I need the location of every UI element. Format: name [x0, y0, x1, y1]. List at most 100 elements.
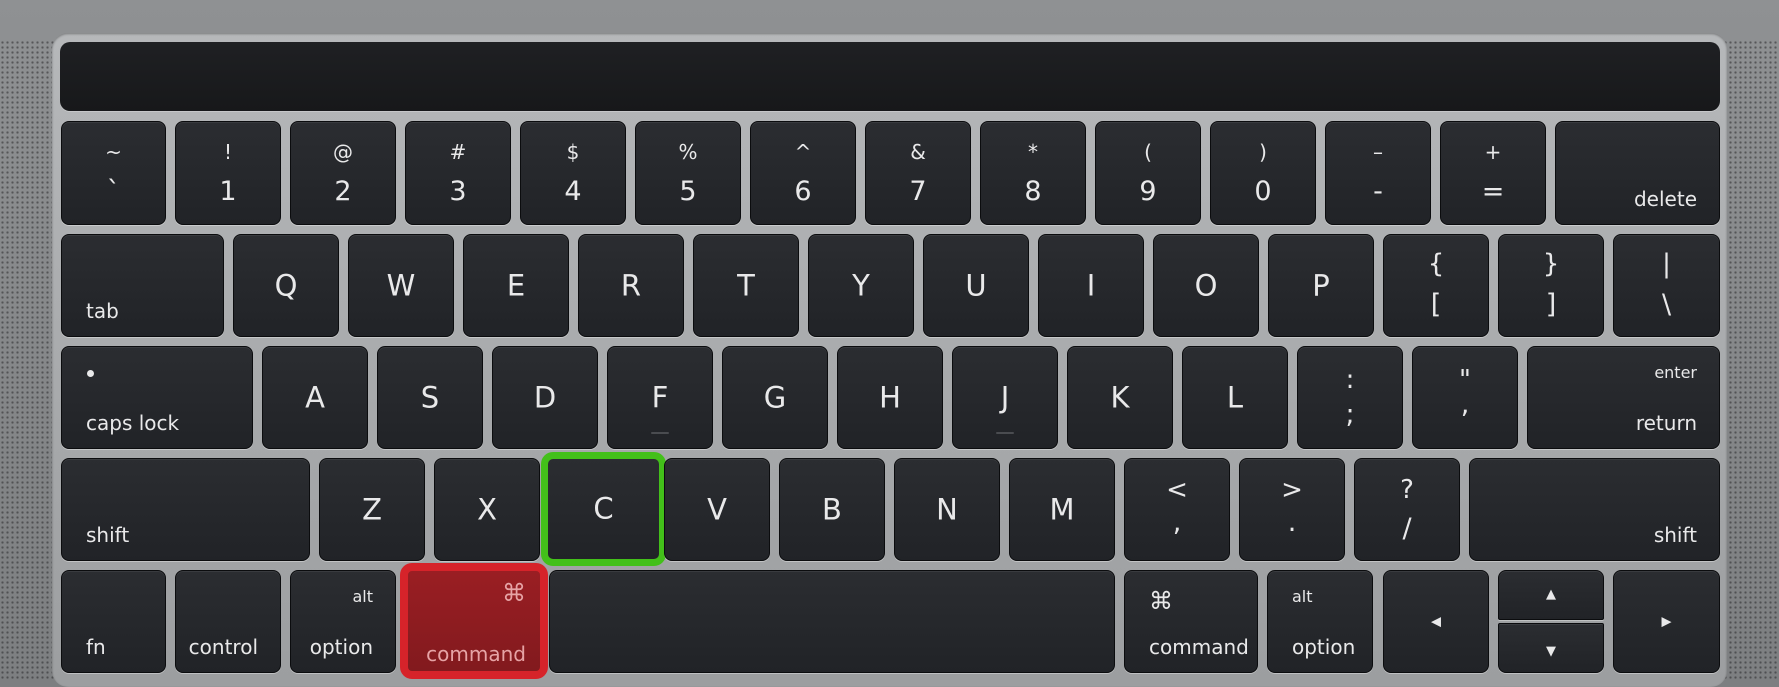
- key-r[interactable]: R: [578, 234, 684, 337]
- key-label: P: [1312, 268, 1330, 302]
- key-c-highlighted[interactable]: C: [541, 452, 666, 566]
- key-arrow-up[interactable]: ▲: [1498, 570, 1604, 620]
- key-comma[interactable]: < ,: [1124, 458, 1230, 561]
- key-minus[interactable]: – -: [1325, 121, 1431, 225]
- key-shift-left[interactable]: shift: [61, 458, 310, 561]
- key-7[interactable]: & 7: [865, 121, 971, 225]
- key-semicolon[interactable]: : ;: [1297, 346, 1403, 449]
- key-label: T: [737, 268, 755, 302]
- key-arrow-right[interactable]: ▶: [1613, 570, 1720, 673]
- key-top-label: &: [910, 140, 926, 164]
- key-j[interactable]: J: [952, 346, 1058, 449]
- key-label: shift: [86, 523, 130, 547]
- key-4[interactable]: $ 4: [520, 121, 626, 225]
- key-bottom-label: ]: [1545, 289, 1557, 320]
- key-bottom-label: ,: [1460, 389, 1470, 420]
- key-q[interactable]: Q: [233, 234, 339, 337]
- key-bottom-label: ;: [1345, 399, 1355, 430]
- key-label: option: [309, 635, 373, 659]
- key-o[interactable]: O: [1153, 234, 1259, 337]
- key-w[interactable]: W: [348, 234, 454, 337]
- key-arrow-left[interactable]: ◀: [1383, 570, 1489, 673]
- key-return[interactable]: enter return: [1527, 346, 1720, 449]
- key-t[interactable]: T: [693, 234, 799, 337]
- key-h[interactable]: H: [837, 346, 943, 449]
- key-label: F: [651, 380, 669, 414]
- key-label: delete: [1633, 187, 1697, 211]
- key-p[interactable]: P: [1268, 234, 1374, 337]
- arrow-left-icon: ◀: [1431, 614, 1441, 629]
- key-x[interactable]: X: [434, 458, 540, 561]
- key-l[interactable]: L: [1182, 346, 1288, 449]
- key-top-label: alt: [1292, 587, 1313, 606]
- key-n[interactable]: N: [894, 458, 1000, 561]
- key-label: I: [1086, 268, 1096, 302]
- key-bottom-label: 4: [564, 176, 582, 207]
- key-option-left[interactable]: alt option: [290, 570, 396, 673]
- key-tab[interactable]: tab: [61, 234, 224, 337]
- key-2[interactable]: @ 2: [290, 121, 396, 225]
- key-label: option: [1292, 635, 1356, 659]
- key-top-label: *: [1028, 140, 1038, 164]
- key-3[interactable]: # 3: [405, 121, 511, 225]
- key-k[interactable]: K: [1067, 346, 1173, 449]
- key-backslash[interactable]: | \: [1613, 234, 1720, 337]
- key-bottom-label: 1: [219, 176, 237, 207]
- key-y[interactable]: Y: [808, 234, 914, 337]
- key-option-right[interactable]: alt option: [1267, 570, 1373, 673]
- touch-bar[interactable]: [60, 42, 1720, 111]
- key-9[interactable]: ( 9: [1095, 121, 1201, 225]
- key-1[interactable]: ! 1: [175, 121, 281, 225]
- key-label: command: [1149, 635, 1249, 659]
- key-period[interactable]: > .: [1239, 458, 1345, 561]
- key-top-label: |: [1662, 249, 1671, 279]
- key-top-label: $: [566, 140, 580, 164]
- key-e[interactable]: E: [463, 234, 569, 337]
- key-right-bracket[interactable]: } ]: [1498, 234, 1604, 337]
- key-6[interactable]: ^ 6: [750, 121, 856, 225]
- key-top-label: %: [678, 140, 698, 164]
- key-quote[interactable]: " ,: [1412, 346, 1518, 449]
- key-u[interactable]: U: [923, 234, 1029, 337]
- key-top-label: }: [1542, 249, 1560, 279]
- key-5[interactable]: % 5: [635, 121, 741, 225]
- key-v[interactable]: V: [664, 458, 770, 561]
- key-bottom-label: 5: [679, 176, 697, 207]
- key-shift-right[interactable]: shift: [1469, 458, 1720, 561]
- caps-lock-indicator: [87, 370, 94, 377]
- command-icon: ⌘: [1149, 587, 1173, 615]
- key-equals[interactable]: + =: [1440, 121, 1546, 225]
- key-arrow-down[interactable]: ▼: [1498, 623, 1604, 673]
- key-g[interactable]: G: [722, 346, 828, 449]
- key-f[interactable]: F: [607, 346, 713, 449]
- key-label: Y: [852, 268, 870, 302]
- key-8[interactable]: * 8: [980, 121, 1086, 225]
- key-b[interactable]: B: [779, 458, 885, 561]
- key-label: M: [1049, 492, 1075, 526]
- key-bottom-label: =: [1481, 176, 1505, 207]
- key-caps-lock[interactable]: caps lock: [61, 346, 253, 449]
- key-s[interactable]: S: [377, 346, 483, 449]
- key-left-bracket[interactable]: { [: [1383, 234, 1489, 337]
- key-z[interactable]: Z: [319, 458, 425, 561]
- key-bottom-label: /: [1402, 513, 1412, 544]
- arrow-right-icon: ▶: [1661, 614, 1672, 629]
- key-command-right[interactable]: ⌘ command: [1124, 570, 1258, 673]
- key-slash[interactable]: ? /: [1354, 458, 1460, 561]
- key-delete[interactable]: delete: [1555, 121, 1720, 225]
- key-a[interactable]: A: [262, 346, 368, 449]
- key-label: G: [763, 380, 787, 414]
- key-i[interactable]: I: [1038, 234, 1144, 337]
- key-0[interactable]: ) 0: [1210, 121, 1316, 225]
- key-m[interactable]: M: [1009, 458, 1115, 561]
- key-d[interactable]: D: [492, 346, 598, 449]
- key-control[interactable]: control: [175, 570, 281, 673]
- key-top-label: (: [1144, 140, 1152, 164]
- key-label: caps lock: [86, 411, 180, 435]
- key-backtick[interactable]: ~ `: [61, 121, 166, 225]
- key-command-left-highlighted[interactable]: ⌘ command: [400, 563, 548, 679]
- spacebar[interactable]: [549, 570, 1115, 673]
- key-top-label: enter: [1654, 363, 1697, 382]
- key-label: L: [1226, 380, 1244, 414]
- key-fn[interactable]: fn: [61, 570, 166, 673]
